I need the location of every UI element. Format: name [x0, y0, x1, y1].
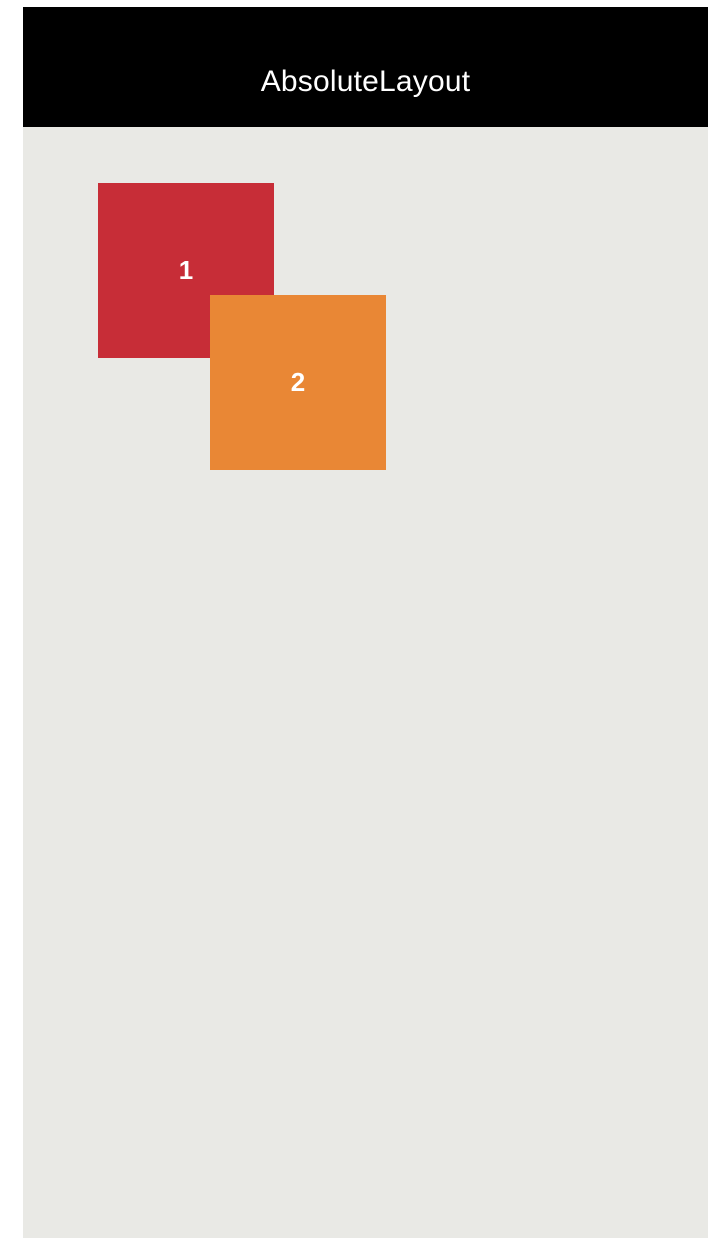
- box-1-label: 1: [178, 255, 194, 285]
- box-2-label: 2: [290, 367, 306, 397]
- absolute-layout-content: 1 2: [23, 127, 708, 1238]
- navigation-bar: AbsoluteLayout: [23, 7, 708, 127]
- box-2: 2: [210, 295, 386, 470]
- nav-title: AbsoluteLayout: [260, 65, 471, 98]
- app-screen: AbsoluteLayout 1 2: [23, 7, 708, 1238]
